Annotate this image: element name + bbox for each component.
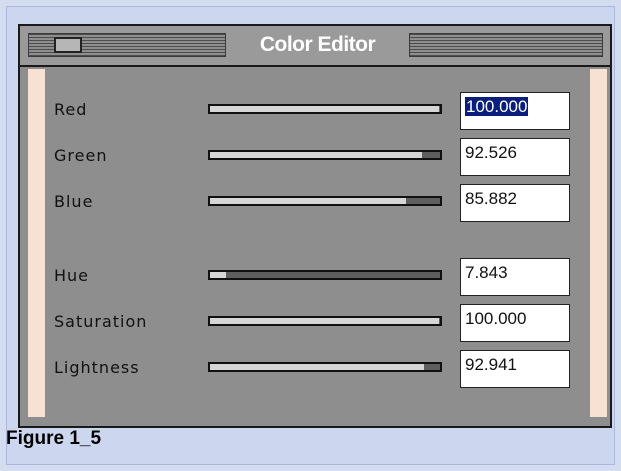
green-slider-fill — [210, 152, 422, 158]
hue-label: Hue — [54, 266, 90, 285]
green-label: Green — [54, 146, 108, 165]
lightness-slider[interactable] — [208, 362, 442, 372]
title-bar[interactable]: Color Editor — [20, 26, 610, 67]
red-slider-fill — [210, 106, 439, 112]
lightness-label: Lightness — [54, 358, 140, 377]
row-hue: Hue 7.843 — [20, 258, 610, 298]
blue-slider-fill — [210, 198, 406, 204]
green-value-field[interactable]: 92.526 — [460, 138, 570, 176]
green-slider[interactable] — [208, 150, 442, 160]
blue-label: Blue — [54, 192, 94, 211]
green-value: 92.526 — [465, 143, 517, 162]
window-title: Color Editor — [259, 33, 376, 56]
color-editor-window: Color Editor Red 100.000 Green 92.526 Bl… — [18, 24, 612, 428]
hue-slider-fill — [210, 272, 227, 278]
row-saturation: Saturation 100.000 — [20, 304, 610, 344]
row-green: Green 92.526 — [20, 138, 610, 178]
lightness-value: 92.941 — [465, 355, 517, 374]
close-box-icon[interactable] — [54, 37, 82, 53]
figure-caption: Figure 1_5 — [6, 428, 102, 449]
row-red: Red 100.000 — [20, 92, 610, 132]
lightness-value-field[interactable]: 92.941 — [460, 350, 570, 388]
saturation-label: Saturation — [54, 312, 148, 331]
saturation-value: 100.000 — [465, 309, 527, 328]
red-value-field[interactable]: 100.000 — [460, 92, 570, 130]
row-blue: Blue 85.882 — [20, 184, 610, 224]
blue-slider[interactable] — [208, 196, 442, 206]
title-stripes-right — [409, 33, 603, 57]
row-lightness: Lightness 92.941 — [20, 350, 610, 390]
saturation-slider-fill — [210, 318, 439, 324]
hue-value-field[interactable]: 7.843 — [460, 258, 570, 296]
red-slider[interactable] — [208, 104, 442, 114]
saturation-value-field[interactable]: 100.000 — [460, 304, 570, 342]
lightness-slider-fill — [210, 364, 424, 370]
hue-slider[interactable] — [208, 270, 442, 280]
blue-value-field[interactable]: 85.882 — [460, 184, 570, 222]
red-label: Red — [54, 100, 88, 119]
blue-value: 85.882 — [465, 189, 517, 208]
hue-value: 7.843 — [465, 263, 508, 282]
saturation-slider[interactable] — [208, 316, 442, 326]
red-value: 100.000 — [465, 97, 529, 116]
